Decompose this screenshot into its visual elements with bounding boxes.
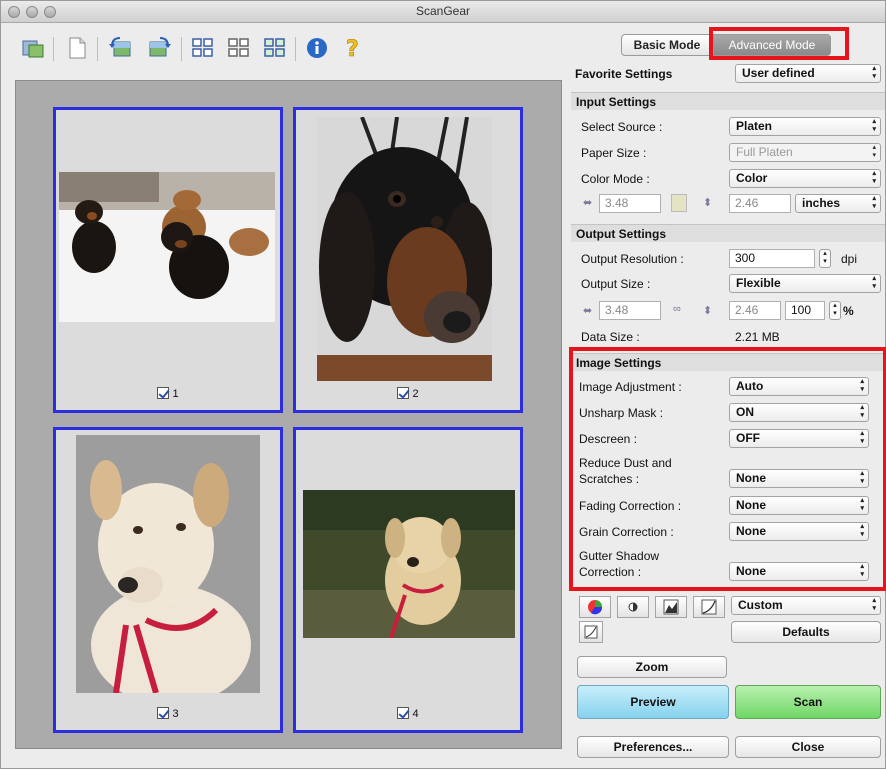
clear-icon[interactable] (61, 33, 93, 63)
tone-settings-select[interactable]: Custom (731, 596, 881, 615)
preview-area[interactable]: 1 2 3 4 (15, 80, 562, 749)
histogram-icon[interactable] (655, 596, 687, 618)
output-settings-header: Output Settings (571, 224, 885, 242)
brightness-icon[interactable] (617, 596, 649, 618)
dpi-label: dpi (841, 252, 858, 266)
window-title: ScanGear (415, 4, 471, 18)
tone-curve-icon[interactable] (693, 596, 725, 618)
zoom-window-icon[interactable] (44, 6, 56, 18)
select-source-select[interactable]: Platen (729, 117, 881, 136)
percent-label: % (843, 304, 854, 318)
output-resolution-field[interactable]: 300 (729, 249, 815, 268)
scangear-window: ScanGear ? 1 2 3 4 Basic Mode Advanced M… (0, 0, 886, 769)
scale-field[interactable]: 100 (785, 301, 825, 320)
dog-image-2 (317, 117, 492, 381)
frame-3-checkbox[interactable]: 3 (56, 707, 280, 720)
color-balance-icon[interactable] (579, 596, 611, 618)
color-mode-label: Color Mode : (581, 172, 650, 186)
scale-stepper[interactable]: ▴ ▾ (829, 301, 841, 320)
final-review-icon[interactable] (579, 621, 603, 643)
rotate-right-icon[interactable] (143, 33, 175, 63)
output-width-field[interactable]: 3.48 (599, 301, 661, 320)
preview-frame-3[interactable]: 3 (53, 427, 283, 733)
rotate-icon[interactable] (17, 33, 49, 63)
preview-frame-1[interactable]: 1 (53, 107, 283, 413)
preview-frame-2[interactable]: 2 (293, 107, 523, 413)
favorite-settings-select[interactable]: User defined (735, 64, 881, 83)
whole-image-view-icon[interactable] (223, 33, 255, 63)
toolbar: ? (11, 29, 561, 73)
output-resolution-label: Output Resolution : (581, 252, 684, 266)
favorite-settings-label: Favorite Settings (575, 67, 673, 81)
aspect-lock-icon[interactable] (671, 194, 687, 212)
rotate-left-icon[interactable] (105, 33, 137, 63)
input-width-field[interactable]: 3.48 (599, 194, 661, 213)
zoom-button[interactable]: Zoom (577, 656, 727, 678)
preview-button[interactable]: Preview (577, 685, 729, 719)
frame-4-checkbox[interactable]: 4 (296, 707, 520, 720)
defaults-button[interactable]: Defaults (731, 621, 881, 643)
input-settings-header: Input Settings (571, 92, 885, 110)
preferences-button[interactable]: Preferences... (577, 736, 729, 758)
help-icon[interactable]: ? (337, 33, 369, 63)
frame-1-checkbox[interactable]: 1 (56, 387, 280, 400)
output-height-icon: ⬍ (703, 305, 713, 317)
paper-size-label: Paper Size : (581, 146, 647, 160)
settings-panel: Basic Mode Advanced Mode Favorite Settin… (569, 27, 886, 766)
resolution-stepper[interactable]: ▴ ▾ (819, 249, 831, 268)
thumbnail-view-icon[interactable] (187, 33, 219, 63)
title-bar: ScanGear (1, 1, 885, 23)
output-height-field[interactable]: 2.46 (729, 301, 781, 320)
dogs-image-1 (59, 172, 275, 322)
output-size-label: Output Size : (581, 277, 651, 291)
select-source-label: Select Source : (581, 120, 663, 134)
multi-crop-icon[interactable] (259, 33, 291, 63)
tab-basic-mode[interactable]: Basic Mode (621, 34, 713, 56)
minimize-window-icon[interactable] (26, 6, 38, 18)
width-icon: ⬌ (583, 197, 593, 209)
advanced-mode-highlight (709, 27, 849, 60)
paper-size-select: Full Platen (729, 143, 881, 162)
height-icon: ⬍ (703, 197, 713, 209)
input-height-field[interactable]: 2.46 (729, 194, 791, 213)
unit-select[interactable]: inches (795, 194, 881, 213)
frame-2-checkbox[interactable]: 2 (296, 387, 520, 400)
data-size-label: Data Size : (581, 330, 640, 344)
info-icon[interactable] (301, 33, 333, 63)
preview-frame-4[interactable]: 4 (293, 427, 523, 733)
data-size-value: 2.21 MB (735, 330, 780, 344)
svg-text:?: ? (346, 37, 359, 61)
color-mode-select[interactable]: Color (729, 169, 881, 188)
image-settings-highlight (569, 347, 886, 591)
close-button[interactable]: Close (735, 736, 881, 758)
close-window-icon[interactable] (8, 6, 20, 18)
output-width-icon: ⬌ (583, 305, 593, 317)
dog-image-3 (76, 435, 260, 693)
output-size-select[interactable]: Flexible (729, 274, 881, 293)
link-icon: ∞ (673, 303, 681, 315)
dog-image-4 (303, 490, 515, 638)
scan-button[interactable]: Scan (735, 685, 881, 719)
